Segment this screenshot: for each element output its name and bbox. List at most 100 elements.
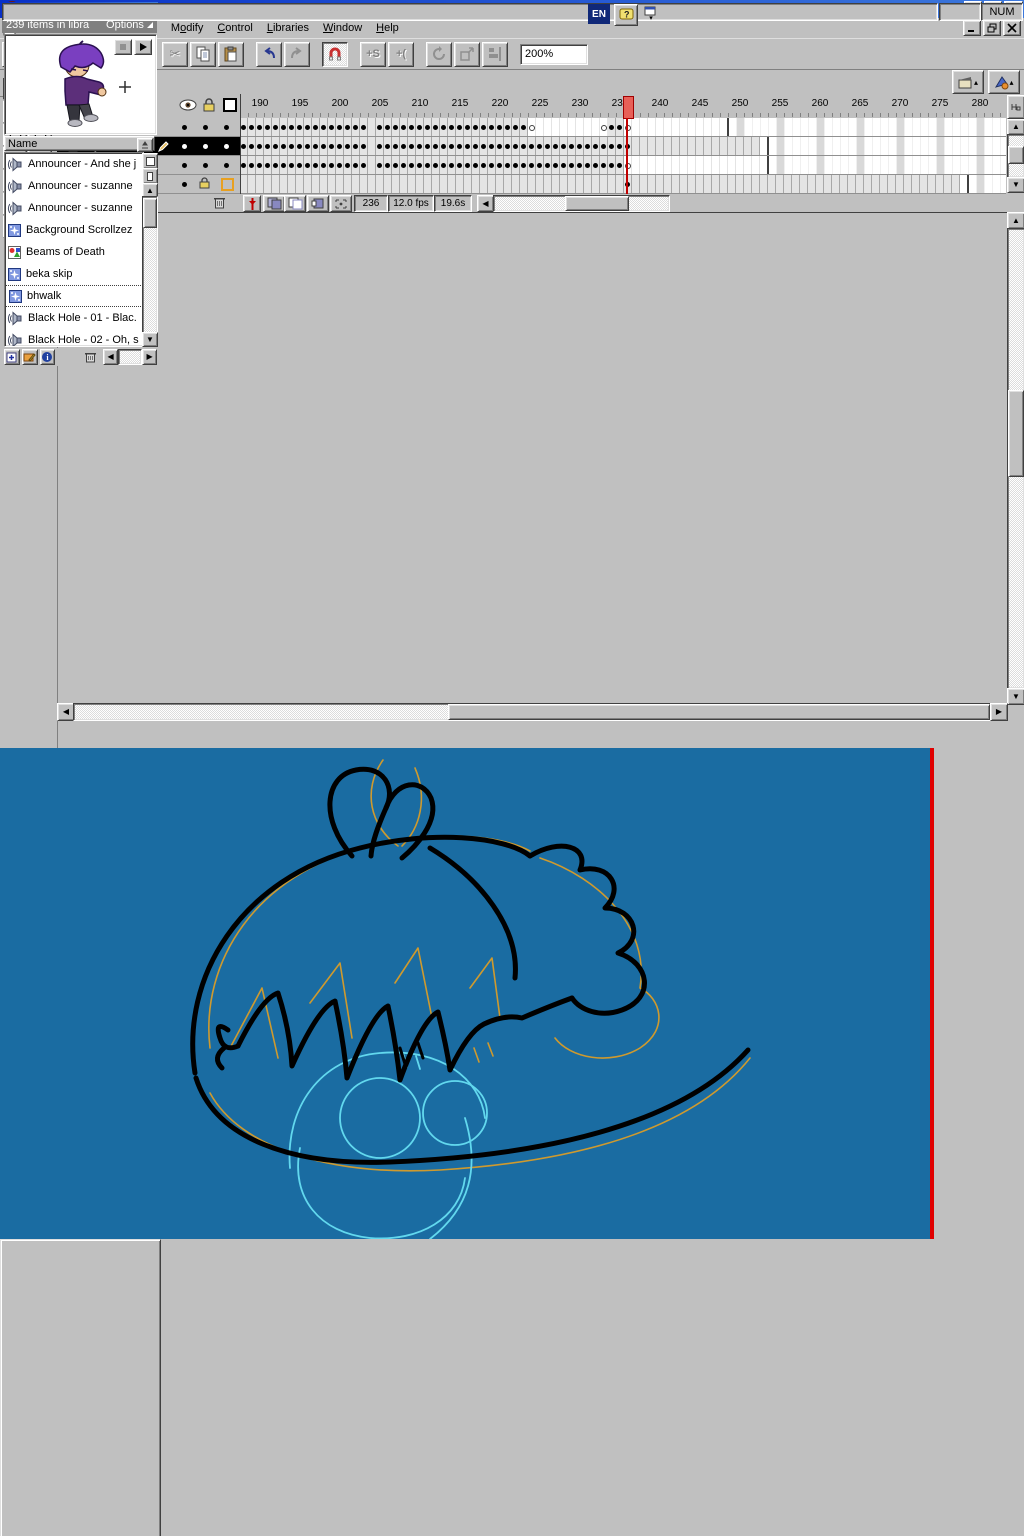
canvas-scroll-right-arrow[interactable]: ▶ <box>990 703 1008 721</box>
frame-cell[interactable] <box>576 175 584 193</box>
frame-cell[interactable] <box>896 175 904 193</box>
modify-onion-markers-button[interactable] <box>330 195 352 212</box>
frame-cell[interactable] <box>760 175 768 193</box>
frame-cell[interactable] <box>929 156 937 174</box>
canvas-hscroll-thumb[interactable] <box>448 704 990 720</box>
frame-cell[interactable] <box>608 156 616 174</box>
frame-cell[interactable] <box>953 118 961 136</box>
frame-cell[interactable] <box>424 137 432 155</box>
frame-cell[interactable] <box>280 156 288 174</box>
frame-cell[interactable] <box>632 175 640 193</box>
frame-cell[interactable] <box>368 118 376 136</box>
frame-cell[interactable] <box>640 137 648 155</box>
frame-cell[interactable] <box>504 175 512 193</box>
frame-cell[interactable] <box>512 118 520 136</box>
frame-cell[interactable] <box>1001 118 1006 136</box>
frame-cell[interactable] <box>256 156 264 174</box>
frame-cell[interactable] <box>897 156 905 174</box>
library-delete-button[interactable] <box>83 350 97 364</box>
frame-cell[interactable] <box>720 118 729 136</box>
frame-cell[interactable] <box>488 137 496 155</box>
frame-cell[interactable] <box>936 175 944 193</box>
frame-cell[interactable] <box>440 175 448 193</box>
library-narrow-view-button[interactable] <box>142 168 158 184</box>
menu-modify[interactable]: Modify <box>164 20 210 36</box>
frame-cell[interactable] <box>1001 137 1006 155</box>
frame-cell[interactable] <box>320 137 328 155</box>
layer-status-dot[interactable] <box>182 163 187 168</box>
frame-cell[interactable] <box>680 175 688 193</box>
frame-cell[interactable] <box>248 118 256 136</box>
frame-cell[interactable] <box>560 118 568 136</box>
timeline-vscroll-thumb[interactable] <box>1008 146 1024 164</box>
language-indicator[interactable]: EN <box>588 4 610 24</box>
frame-cell[interactable] <box>873 156 881 174</box>
frame-cell[interactable] <box>272 118 280 136</box>
frame-cell[interactable] <box>408 118 416 136</box>
frame-cell[interactable] <box>977 156 985 174</box>
frame-cell[interactable] <box>568 118 576 136</box>
frame-cell[interactable] <box>272 156 280 174</box>
frame-cell[interactable] <box>456 175 464 193</box>
frame-cell[interactable] <box>480 137 488 155</box>
frame-cell[interactable] <box>696 118 704 136</box>
frame-cell[interactable] <box>384 175 392 193</box>
frame-cell[interactable] <box>672 175 680 193</box>
onion-skin-outlines-button[interactable] <box>284 195 306 212</box>
cut-button[interactable]: ✂ <box>162 42 188 67</box>
mdi-minimize-button[interactable] <box>963 20 981 36</box>
frame-cell[interactable] <box>600 137 608 155</box>
frame-cell[interactable] <box>408 175 416 193</box>
frame-cell[interactable] <box>528 175 536 193</box>
timeline-scroll-up-arrow[interactable]: ▲ <box>1007 119 1024 135</box>
frame-cell[interactable] <box>696 137 704 155</box>
frame-cell[interactable] <box>817 156 825 174</box>
frame-cell[interactable] <box>745 118 753 136</box>
frame-cell[interactable] <box>913 118 921 136</box>
frame-cell[interactable] <box>408 137 416 155</box>
frame-cell[interactable] <box>864 175 872 193</box>
frame-cell[interactable] <box>993 156 1001 174</box>
frame-cell[interactable] <box>937 137 945 155</box>
library-scroll-left-arrow[interactable]: ◀ <box>103 349 118 365</box>
frame-cell[interactable] <box>688 156 696 174</box>
frame-cell[interactable] <box>520 156 528 174</box>
frame-cell[interactable] <box>448 156 456 174</box>
frame-cell[interactable] <box>873 137 881 155</box>
frame-cell[interactable] <box>328 175 336 193</box>
layer-status-dot[interactable] <box>224 125 229 130</box>
frame-cell[interactable] <box>672 156 680 174</box>
frame-cell[interactable] <box>841 156 849 174</box>
frame-cell[interactable] <box>616 118 624 136</box>
frame-cell[interactable] <box>552 118 560 136</box>
frame-cell[interactable] <box>448 175 456 193</box>
frame-cell[interactable] <box>985 156 993 174</box>
frame-cell[interactable] <box>312 175 320 193</box>
frame-cell[interactable] <box>544 156 552 174</box>
frame-cell[interactable] <box>744 137 752 155</box>
frame-cell[interactable] <box>528 118 536 136</box>
frame-cell[interactable] <box>776 175 784 193</box>
frame-cell[interactable] <box>825 118 833 136</box>
playhead-marker[interactable] <box>623 96 634 119</box>
frame-cell[interactable] <box>352 137 360 155</box>
frame-cell[interactable] <box>760 156 769 174</box>
edit-multiple-frames-button[interactable] <box>307 195 329 212</box>
frame-cell[interactable] <box>969 118 977 136</box>
frame-cell[interactable] <box>296 175 304 193</box>
frame-cell[interactable] <box>704 175 712 193</box>
frame-cell[interactable] <box>336 175 344 193</box>
frame-cell[interactable] <box>592 175 600 193</box>
frame-cell[interactable] <box>841 118 849 136</box>
copy-button[interactable] <box>190 42 216 67</box>
frame-cell[interactable] <box>904 175 912 193</box>
edit-scene-button[interactable]: ▴ <box>952 70 984 94</box>
frame-cell[interactable] <box>280 137 288 155</box>
library-item-bhwalk[interactable]: bhwalk <box>5 285 143 307</box>
frame-cell[interactable] <box>272 175 280 193</box>
frame-cell[interactable] <box>584 118 592 136</box>
frame-cell[interactable] <box>889 137 897 155</box>
frame-cell[interactable] <box>953 137 961 155</box>
frame-cell[interactable] <box>744 156 752 174</box>
frame-cell[interactable] <box>688 175 696 193</box>
